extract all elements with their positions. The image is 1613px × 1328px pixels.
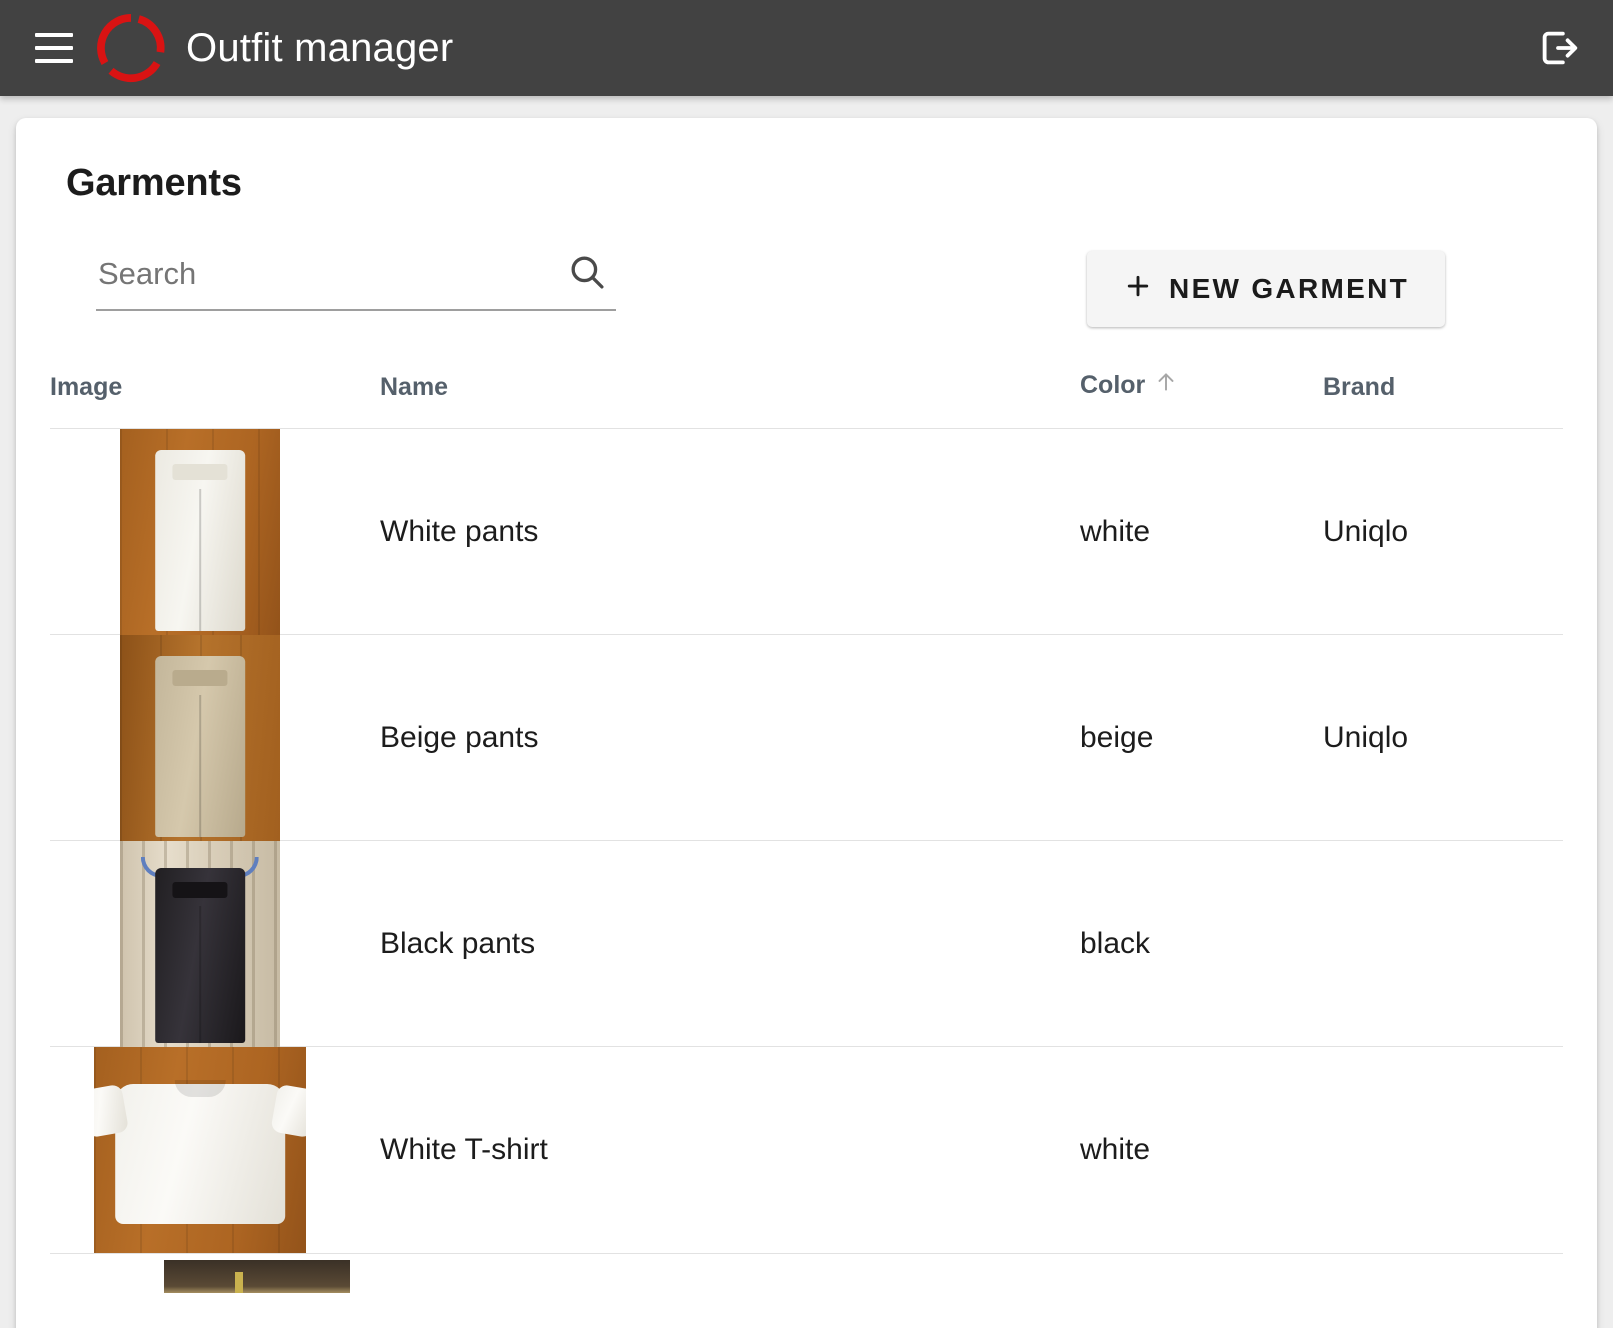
new-garment-button[interactable]: NEW GARMENT xyxy=(1087,251,1445,327)
cell-brand: Uniqlo xyxy=(1323,720,1409,754)
cell-brand: Uniqlo xyxy=(1323,514,1409,548)
menu-bar-1 xyxy=(35,33,73,37)
table-header-row: Image Name Color Brand xyxy=(50,369,1563,429)
cell-image xyxy=(50,429,380,635)
cell-image xyxy=(50,841,380,1047)
cell-brand xyxy=(1323,841,1563,1047)
hamburger-menu-icon[interactable] xyxy=(28,22,80,74)
cell-image xyxy=(50,635,380,841)
table-row[interactable]: Beige pants beige Uniqlo xyxy=(50,634,1563,841)
cell-name: White pants xyxy=(380,514,539,548)
column-header-name-label: Name xyxy=(380,373,449,401)
cell-image xyxy=(50,1047,380,1253)
plus-icon xyxy=(1123,271,1153,308)
new-garment-button-label: NEW GARMENT xyxy=(1169,273,1409,304)
column-header-name[interactable]: Name xyxy=(380,369,1080,429)
table-row[interactable]: Black pants black xyxy=(50,840,1563,1047)
garment-thumbnail[interactable] xyxy=(94,1047,306,1253)
cell-color: white xyxy=(1080,514,1151,548)
garments-table: Image Name Color Brand White pants white… xyxy=(50,369,1563,1253)
column-header-brand[interactable]: Brand xyxy=(1323,369,1563,429)
logout-icon[interactable] xyxy=(1531,20,1587,76)
table-row[interactable]: White pants white Uniqlo xyxy=(50,428,1563,635)
column-header-brand-label: Brand xyxy=(1323,373,1396,401)
garment-thumbnail[interactable] xyxy=(164,1259,350,1293)
garment-thumbnail[interactable] xyxy=(120,429,280,635)
garment-thumbnail[interactable] xyxy=(120,635,280,841)
search-field[interactable] xyxy=(96,251,616,311)
cell-color: black xyxy=(1080,926,1151,960)
cell-color: white xyxy=(1080,1132,1151,1166)
table-row-partial[interactable] xyxy=(50,1252,1563,1293)
column-header-image-label: Image xyxy=(50,373,123,401)
page-body: Garments NEW GARMENT xyxy=(0,96,1613,1328)
garments-card: Garments NEW GARMENT xyxy=(16,118,1597,1328)
column-header-color[interactable]: Color xyxy=(1080,369,1323,429)
app-bar: Outfit manager xyxy=(0,0,1613,96)
app-title: Outfit manager xyxy=(186,25,454,70)
menu-bar-3 xyxy=(35,59,73,63)
garment-thumbnail[interactable] xyxy=(120,841,280,1047)
table-body: White pants white Uniqlo Beige pants bei… xyxy=(50,428,1563,1253)
table-row[interactable]: White T-shirt white xyxy=(50,1046,1563,1253)
column-header-color-label: Color xyxy=(1080,371,1146,399)
toolbar: NEW GARMENT xyxy=(50,251,1563,327)
search-icon[interactable] xyxy=(566,251,608,298)
arrow-up-icon xyxy=(1153,369,1179,402)
cell-color: beige xyxy=(1080,720,1154,754)
app-logo-icon xyxy=(97,14,165,83)
cell-name: Beige pants xyxy=(380,720,539,754)
table-header: Image Name Color Brand xyxy=(50,369,1563,429)
cell-name: White T-shirt xyxy=(380,1132,548,1166)
cell-brand xyxy=(1323,1047,1563,1253)
cell-name: Black pants xyxy=(380,926,536,960)
menu-bar-2 xyxy=(35,46,73,50)
column-header-image: Image xyxy=(50,369,380,429)
search-input[interactable] xyxy=(96,255,566,294)
page-title: Garments xyxy=(66,162,242,204)
